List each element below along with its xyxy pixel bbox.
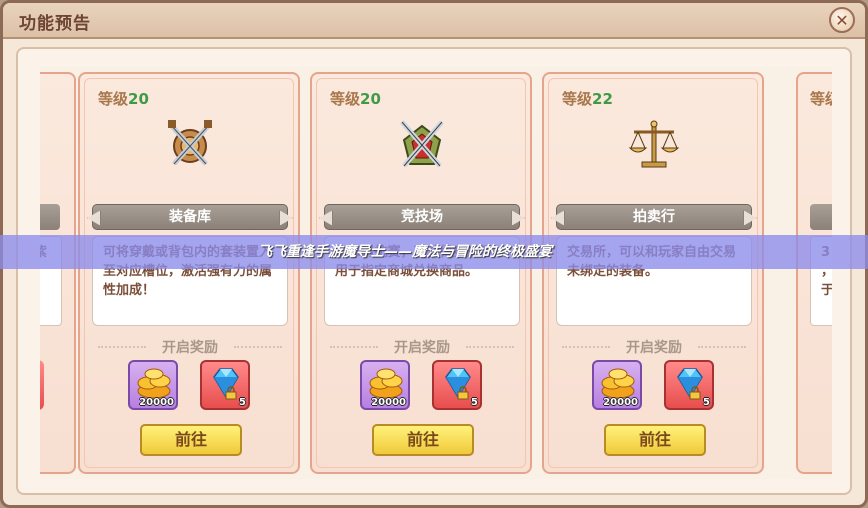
reward-diamond[interactable]: 5 xyxy=(432,360,482,410)
reward-count: 5 xyxy=(471,397,478,408)
goto-button[interactable]: 前往 xyxy=(604,424,706,456)
partial-level-label: 等级 xyxy=(810,90,832,108)
goto-button[interactable]: 前往 xyxy=(372,424,474,456)
partial-card-left: 之紫 的 xyxy=(40,72,76,474)
partial-banner xyxy=(810,204,832,230)
reward-count: 20000 xyxy=(603,397,638,408)
gold-coins-icon xyxy=(137,368,171,399)
reward-count: 20000 xyxy=(371,397,406,408)
lock-icon xyxy=(225,386,237,400)
reward-diamond[interactable]: 5 xyxy=(200,360,250,410)
reward-count: 20000 xyxy=(139,397,174,408)
lock-icon xyxy=(689,386,701,400)
feature-card-arena: 等级20 竞技场 1v1对抗赛，可获得竞技币，用于指定商城兑换商品。 开启奖励 xyxy=(310,72,532,474)
reward-count: 5 xyxy=(703,397,710,408)
content-panel: 之紫 的 等级20 xyxy=(16,47,852,495)
partial-card-right: 等级 3 ， 于 xyxy=(796,72,832,474)
reward-gold[interactable]: 20000 xyxy=(128,360,178,410)
level-label: 等级 xyxy=(330,90,361,108)
reward-gold[interactable]: 20000 xyxy=(592,360,642,410)
reward-diamond[interactable]: 5 xyxy=(664,360,714,410)
reward-section-title: 开启奖励 xyxy=(92,337,288,357)
partial-banner xyxy=(40,204,60,230)
scales-icon xyxy=(628,120,680,168)
gold-coins-icon xyxy=(369,368,403,399)
partial-reward xyxy=(40,360,44,410)
partial-desc-line: 于 xyxy=(821,281,832,300)
window-title: 功能预告 xyxy=(19,14,91,34)
reward-section-title: 开启奖励 xyxy=(556,337,752,357)
reward-count: 5 xyxy=(239,397,246,408)
feature-name-banner: 拍卖行 xyxy=(556,204,752,230)
card-carousel[interactable]: 之紫 的 等级20 xyxy=(40,67,832,479)
level-label: 等级 xyxy=(562,90,593,108)
close-button[interactable]: ✕ xyxy=(829,7,855,33)
level-requirement: 等级20 xyxy=(98,88,149,109)
level-requirement: 等级22 xyxy=(562,88,613,109)
feature-card-auction: 等级22 拍卖行 交易所，可以和玩家自由交易未绑定的装备。 开启奖励 xyxy=(542,72,764,474)
shield-swords-icon xyxy=(168,120,212,166)
lock-icon xyxy=(457,386,469,400)
crossed-swords-badge-icon xyxy=(400,120,444,168)
level-value: 20 xyxy=(360,90,381,108)
goto-button[interactable]: 前往 xyxy=(140,424,242,456)
feature-name-banner: 装备库 xyxy=(92,204,288,230)
level-value: 22 xyxy=(592,90,613,108)
promo-overlay-banner: 飞飞重逢手游魔导士——魔法与冒险的终极盛宴 xyxy=(0,235,868,269)
reward-gold[interactable]: 20000 xyxy=(360,360,410,410)
gold-coins-icon xyxy=(601,368,635,399)
feature-card-equipment: 等级20 装备库 可将穿戴或背包内的套装置入至对应槽位，激活强有力的属性加成！ … xyxy=(78,72,300,474)
feature-name-banner: 竞技场 xyxy=(324,204,520,230)
title-bar: 功能预告 ✕ xyxy=(3,3,865,39)
level-value: 20 xyxy=(128,90,149,108)
reward-section-title: 开启奖励 xyxy=(324,337,520,357)
level-label: 等级 xyxy=(98,90,129,108)
level-requirement: 等级20 xyxy=(330,88,381,109)
